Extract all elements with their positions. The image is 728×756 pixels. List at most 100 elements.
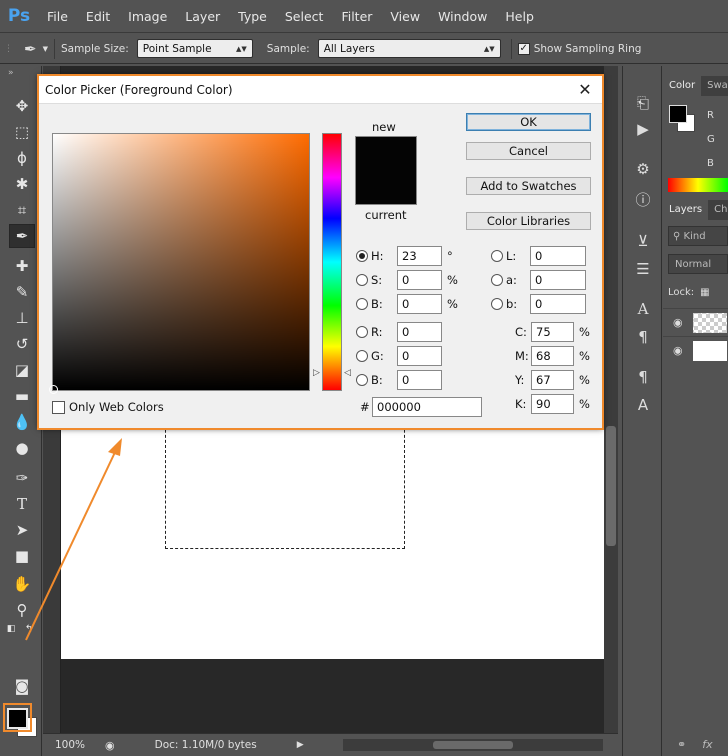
info-panel-icon[interactable]: ⓘ <box>632 188 654 210</box>
blue-radio[interactable] <box>356 374 368 386</box>
hue-slider[interactable] <box>322 133 342 391</box>
hue-slider-left-arrow-icon[interactable]: ▷ <box>313 368 320 378</box>
properties-panel-icon[interactable]: ☰ <box>632 258 654 280</box>
menu-layer[interactable]: Layer <box>176 0 229 33</box>
show-sampling-ring-checkbox[interactable]: ✓ <box>517 42 530 55</box>
fx-icon[interactable]: fx <box>702 738 712 751</box>
only-web-colors-checkbox[interactable] <box>52 400 65 414</box>
path-selection-tool-icon[interactable]: ➤ <box>9 518 35 542</box>
color-ramp[interactable] <box>668 178 728 192</box>
lightness-radio[interactable] <box>491 250 503 262</box>
layer-row[interactable]: ◉ <box>663 308 728 336</box>
red-input[interactable]: 0 <box>397 322 442 342</box>
menu-edit[interactable]: Edit <box>77 0 119 33</box>
hue-slider-right-arrow-icon[interactable]: ◁ <box>344 368 351 378</box>
hex-input[interactable]: 000000 <box>372 397 482 417</box>
blend-mode-select[interactable]: Normal <box>668 254 728 274</box>
magenta-input[interactable]: 68 <box>531 346 574 366</box>
paragraph-styles-icon[interactable]: ¶ <box>632 366 654 388</box>
menu-window[interactable]: Window <box>429 0 496 33</box>
tab-layers[interactable]: Layers <box>663 200 709 220</box>
adjustments-panel-icon[interactable]: ⚙ <box>632 158 654 180</box>
gradient-tool-icon[interactable]: ▬ <box>9 384 35 408</box>
current-color-swatch[interactable] <box>355 170 417 205</box>
lightness-input[interactable]: 0 <box>530 246 586 266</box>
saturation-radio[interactable] <box>356 274 368 286</box>
history-panel-icon[interactable]: ⎗ <box>632 92 654 114</box>
marquee-tool-icon[interactable]: ⬚ <box>9 120 35 144</box>
menu-filter[interactable]: Filter <box>332 0 381 33</box>
link-layers-icon[interactable]: ⚭ <box>677 738 686 751</box>
hand-tool-icon[interactable]: ✋ <box>9 572 35 596</box>
menu-view[interactable]: View <box>381 0 429 33</box>
ok-button[interactable]: OK <box>466 113 591 131</box>
default-colors-icon[interactable]: ◧ <box>4 622 18 636</box>
a-channel-input[interactable]: 0 <box>530 270 586 290</box>
paragraph-panel-icon[interactable]: ¶ <box>632 326 654 348</box>
tab-swatches[interactable]: Swa <box>701 76 728 96</box>
eyedropper-preset-icon[interactable]: ✒ <box>24 40 37 58</box>
blue-input[interactable]: 0 <box>397 370 442 390</box>
saturation-input[interactable]: 0 <box>397 270 442 290</box>
menu-help[interactable]: Help <box>496 0 543 33</box>
cyan-input[interactable]: 75 <box>531 322 574 342</box>
add-to-swatches-button[interactable]: Add to Swatches <box>466 177 591 195</box>
color-libraries-button[interactable]: Color Libraries <box>466 212 591 230</box>
color-panel-foreground[interactable] <box>669 105 687 123</box>
healing-brush-tool-icon[interactable]: ✚ <box>9 254 35 278</box>
brush-panel-icon[interactable]: ⊻ <box>632 230 654 252</box>
b-channel-radio[interactable] <box>491 298 503 310</box>
green-input[interactable]: 0 <box>397 346 442 366</box>
menu-file[interactable]: File <box>38 0 77 33</box>
crop-tool-icon[interactable]: ⌗ <box>9 198 35 222</box>
status-settings-icon[interactable]: ◉ <box>105 739 115 752</box>
eraser-tool-icon[interactable]: ◪ <box>9 358 35 382</box>
hue-radio[interactable] <box>356 250 368 262</box>
scrollbar-thumb[interactable] <box>606 426 616 546</box>
red-radio[interactable] <box>356 326 368 338</box>
rectangle-tool-icon[interactable]: ■ <box>9 544 35 568</box>
menu-select[interactable]: Select <box>276 0 333 33</box>
play-arrow-icon[interactable]: ▶ <box>297 740 304 750</box>
brush-tool-icon[interactable]: ✎ <box>9 280 35 304</box>
vertical-scrollbar[interactable] <box>604 66 618 733</box>
tab-channels[interactable]: Cha <box>708 200 728 220</box>
history-brush-tool-icon[interactable]: ↺ <box>9 332 35 356</box>
character-styles-icon[interactable]: A <box>632 394 654 416</box>
type-tool-icon[interactable]: T <box>9 492 35 516</box>
collapse-arrows-icon[interactable]: » <box>0 66 41 80</box>
sample-select[interactable]: All Layers ▲▼ <box>317 39 501 58</box>
dodge-tool-icon[interactable]: ● <box>9 436 35 460</box>
quick-mask-icon[interactable]: ◙ <box>9 674 35 698</box>
actions-panel-icon[interactable]: ▶ <box>632 118 654 140</box>
menu-type[interactable]: Type <box>229 0 276 33</box>
cancel-button[interactable]: Cancel <box>466 142 591 160</box>
chevron-down-icon[interactable]: ▼ <box>43 45 48 53</box>
character-panel-icon[interactable]: A <box>632 298 654 320</box>
eyedropper-tool-icon[interactable]: ✒ <box>9 224 35 248</box>
a-channel-radio[interactable] <box>491 274 503 286</box>
layer-filter-kind[interactable]: ⚲ Kind <box>668 226 728 246</box>
clone-stamp-tool-icon[interactable]: ⊥ <box>9 306 35 330</box>
green-radio[interactable] <box>356 350 368 362</box>
scrollbar-thumb[interactable] <box>433 741 513 749</box>
color-field-marker[interactable] <box>49 385 58 394</box>
tab-color[interactable]: Color <box>663 76 702 96</box>
eye-icon[interactable]: ◉ <box>673 344 683 357</box>
brightness-input[interactable]: 0 <box>397 294 442 314</box>
color-field[interactable] <box>49 133 310 394</box>
pen-tool-icon[interactable]: ✑ <box>9 466 35 490</box>
move-tool-icon[interactable]: ✥ <box>9 94 35 118</box>
lock-transparent-icon[interactable]: ▦ <box>700 287 709 298</box>
zoom-tool-icon[interactable]: ⚲ <box>9 598 35 622</box>
hue-input[interactable]: 23 <box>397 246 442 266</box>
swap-colors-icon[interactable]: ↰ <box>22 622 36 636</box>
magic-wand-tool-icon[interactable]: ✱ <box>9 172 35 196</box>
lasso-tool-icon[interactable]: ϕ <box>9 146 35 170</box>
menu-image[interactable]: Image <box>119 0 176 33</box>
zoom-level[interactable]: 100% <box>55 739 85 751</box>
horizontal-scrollbar[interactable] <box>343 739 603 751</box>
eye-icon[interactable]: ◉ <box>673 316 683 329</box>
blur-tool-icon[interactable]: 💧 <box>9 410 35 434</box>
close-button[interactable]: ✕ <box>574 79 596 101</box>
